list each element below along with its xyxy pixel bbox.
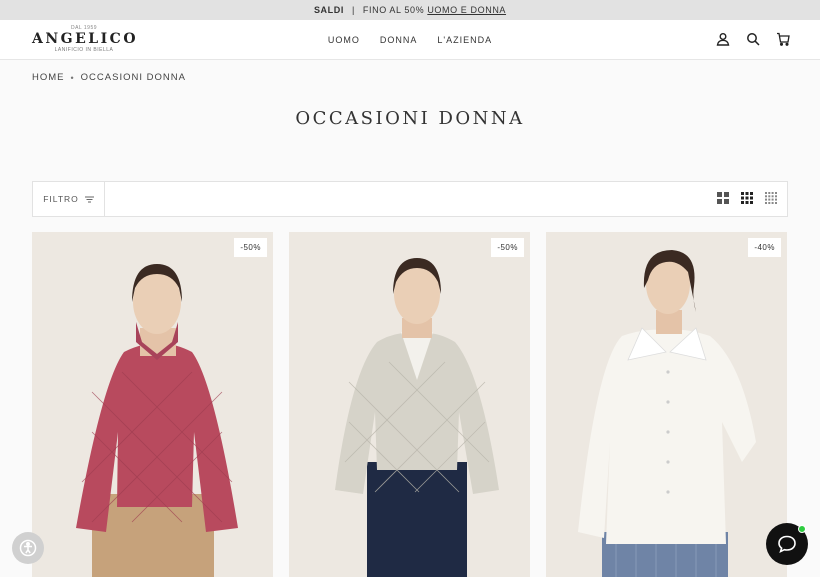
breadcrumb-separator: • — [70, 72, 75, 83]
product-image — [32, 232, 273, 577]
filter-button[interactable]: FILTRO — [33, 182, 105, 216]
grid-small-icon[interactable] — [765, 192, 777, 204]
accessibility-button[interactable] — [12, 532, 44, 564]
view-toggle — [717, 192, 777, 204]
product-card[interactable]: -40% — [546, 232, 787, 577]
site-header: DAL 1959 ANGELICO LANIFICIO IN BIELLA UO… — [0, 20, 820, 60]
nav-item-azienda[interactable]: L'AZIENDA — [437, 35, 492, 45]
product-card[interactable]: -50% — [32, 232, 273, 577]
discount-badge: -40% — [748, 238, 781, 257]
discount-badge: -50% — [491, 238, 524, 257]
accessibility-icon — [19, 539, 37, 557]
announcement-link[interactable]: UOMO E DONNA — [427, 5, 506, 15]
breadcrumb-current: OCCASIONI DONNA — [80, 72, 186, 83]
product-card[interactable]: -50% — [289, 232, 530, 577]
grid-large-icon[interactable] — [717, 192, 729, 204]
filter-icon — [84, 196, 94, 202]
announcement-separator: | — [351, 5, 355, 15]
announcement-text: FINO AL 50% — [362, 5, 425, 15]
chat-button[interactable] — [766, 523, 808, 565]
announcement-saldi: SALDI — [313, 5, 344, 15]
announcement-bar: SALDI | FINO AL 50% UOMO E DONNA — [0, 0, 820, 20]
online-indicator — [798, 525, 806, 533]
collection-toolbar: FILTRO — [32, 181, 788, 217]
product-image — [289, 232, 530, 577]
breadcrumb: HOME • OCCASIONI DONNA — [32, 72, 186, 83]
header-icons — [716, 32, 790, 46]
filter-label: FILTRO — [43, 194, 79, 204]
logo-name: ANGELICO — [32, 31, 139, 47]
account-icon[interactable] — [716, 32, 730, 46]
cart-icon[interactable] — [776, 32, 790, 46]
search-icon[interactable] — [746, 32, 760, 46]
product-grid: -50% -50% -40% — [32, 232, 787, 577]
chat-icon — [778, 535, 796, 553]
breadcrumb-home[interactable]: HOME — [32, 72, 65, 83]
logo[interactable]: DAL 1959 ANGELICO LANIFICIO IN BIELLA — [32, 25, 136, 53]
grid-medium-icon[interactable] — [741, 192, 753, 204]
discount-badge: -50% — [234, 238, 267, 257]
page-title: OCCASIONI DONNA — [295, 108, 525, 129]
nav-item-donna[interactable]: DONNA — [380, 35, 418, 45]
logo-subtitle: LANIFICIO IN BIELLA — [54, 47, 114, 53]
nav-item-uomo[interactable]: UOMO — [328, 35, 360, 45]
product-image — [546, 232, 787, 577]
